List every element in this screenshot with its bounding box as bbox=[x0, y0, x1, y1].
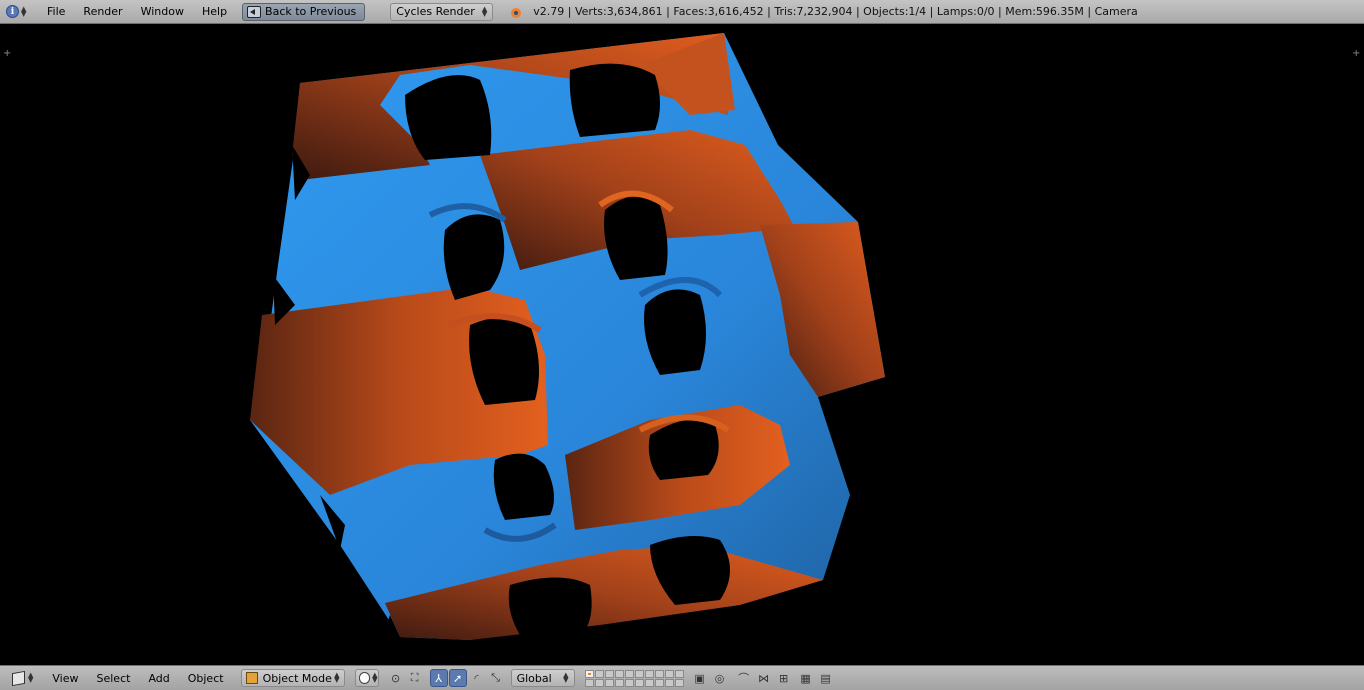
scale-icon[interactable]: ⤡ bbox=[487, 669, 505, 687]
rotate-arc-icon[interactable]: ◜ bbox=[468, 669, 486, 687]
menu-add[interactable]: Add bbox=[139, 672, 178, 685]
view-type-updown-icon[interactable]: ▲ ▼ bbox=[28, 672, 33, 684]
render-engine-label: Cycles Render bbox=[396, 5, 475, 18]
mode-updown-icon: ▲ ▼ bbox=[334, 671, 340, 684]
cube-icon[interactable] bbox=[12, 670, 25, 686]
lock-layers-icon[interactable]: ▣ bbox=[692, 670, 708, 686]
layer-button[interactable] bbox=[594, 669, 604, 678]
engine-updown-icon: ▲ ▼ bbox=[481, 4, 488, 18]
menu-view[interactable]: View bbox=[43, 672, 87, 685]
back-to-previous-label: Back to Previous bbox=[265, 5, 357, 18]
layer-button[interactable] bbox=[584, 669, 594, 678]
back-screen-icon bbox=[247, 5, 262, 18]
render-engine-select[interactable]: Cycles Render ▲ ▼ bbox=[390, 2, 494, 21]
orientation-updown-icon: ▲ ▼ bbox=[563, 671, 569, 684]
solid-sphere-icon bbox=[358, 672, 371, 684]
snap-icon[interactable]: ⛶ bbox=[406, 669, 424, 687]
menu-file[interactable]: File bbox=[38, 5, 74, 18]
object-mode-icon bbox=[245, 672, 258, 684]
mesh-hole bbox=[569, 63, 660, 137]
object-mode-select[interactable]: Object Mode ▲ ▼ bbox=[240, 669, 345, 687]
back-to-previous-button[interactable]: Back to Previous bbox=[242, 2, 366, 21]
updown-arrows-icon: ▲ ▼ bbox=[21, 4, 27, 18]
3d-view-header: ▲ ▼ View Select Add Object Object Mode ▲ ▼… bbox=[0, 665, 1364, 690]
layer-button[interactable] bbox=[584, 678, 594, 687]
menu-window[interactable]: Window bbox=[132, 5, 193, 18]
info-header: i ▲ ▼ File Render Window Help Back to Pre… bbox=[0, 0, 1364, 24]
layer-buttons[interactable] bbox=[584, 669, 684, 687]
snap-element-icon[interactable]: ⋈ bbox=[756, 670, 772, 686]
layer-button[interactable] bbox=[634, 678, 644, 687]
mesh-hole bbox=[405, 75, 492, 160]
blender-logo-icon bbox=[509, 5, 523, 19]
menu-render[interactable]: Render bbox=[74, 5, 131, 18]
layer-button[interactable] bbox=[624, 678, 634, 687]
layer-button[interactable] bbox=[624, 669, 634, 678]
layer-button[interactable] bbox=[604, 678, 614, 687]
camera-icon[interactable]: ▦ bbox=[798, 670, 814, 686]
viewport-shading-button[interactable]: ▲ ▼ bbox=[354, 669, 379, 687]
snap-target-icon[interactable]: ⊞ bbox=[776, 670, 792, 686]
pivot-icon[interactable]: ⊙ bbox=[387, 669, 405, 687]
mesh-hole bbox=[469, 317, 539, 405]
layer-button[interactable] bbox=[654, 669, 664, 678]
layer-button[interactable] bbox=[654, 678, 664, 687]
menu-object[interactable]: Object bbox=[179, 672, 233, 685]
3d-viewport[interactable]: + + bbox=[0, 25, 1364, 665]
gyroid-mesh-render bbox=[250, 33, 885, 640]
snap-magnet-icon[interactable]: ⌒ bbox=[736, 670, 752, 686]
corner-widget-right-icon[interactable]: + bbox=[1352, 48, 1360, 59]
shading-updown-icon: ▲ ▼ bbox=[372, 671, 378, 684]
mesh-hole bbox=[508, 577, 592, 635]
transform-orientation-select[interactable]: Global ▲ ▼ bbox=[510, 669, 575, 687]
layer-button[interactable] bbox=[644, 678, 654, 687]
menu-select[interactable]: Select bbox=[88, 672, 140, 685]
layer-button[interactable] bbox=[674, 669, 684, 678]
editor-type-button[interactable]: i ▲ ▼ bbox=[6, 3, 34, 21]
mode-label: Object Mode bbox=[262, 671, 332, 685]
layer-button[interactable] bbox=[664, 669, 674, 678]
layer-button[interactable] bbox=[614, 678, 624, 687]
layer-button[interactable] bbox=[594, 678, 604, 687]
layer-button[interactable] bbox=[634, 669, 644, 678]
clapper-icon[interactable]: ▤ bbox=[818, 670, 834, 686]
layer-button[interactable] bbox=[674, 678, 684, 687]
info-icon: i bbox=[6, 5, 19, 18]
layer-button[interactable] bbox=[604, 669, 614, 678]
corner-widget-left-icon[interactable]: + bbox=[3, 48, 11, 59]
translate-arrow-icon[interactable]: ➚ bbox=[448, 669, 467, 687]
layer-button[interactable] bbox=[664, 678, 674, 687]
scene-stats: v2.79 | Verts:3,634,861 | Faces:3,616,45… bbox=[533, 5, 1138, 18]
layer-button[interactable] bbox=[644, 669, 654, 678]
layer-button[interactable] bbox=[614, 669, 624, 678]
orientation-label: Global bbox=[516, 671, 552, 685]
proportional-edit-icon[interactable]: ◎ bbox=[712, 670, 728, 686]
manipulator-icon[interactable]: ⅄ bbox=[429, 669, 448, 687]
menu-help[interactable]: Help bbox=[193, 5, 236, 18]
